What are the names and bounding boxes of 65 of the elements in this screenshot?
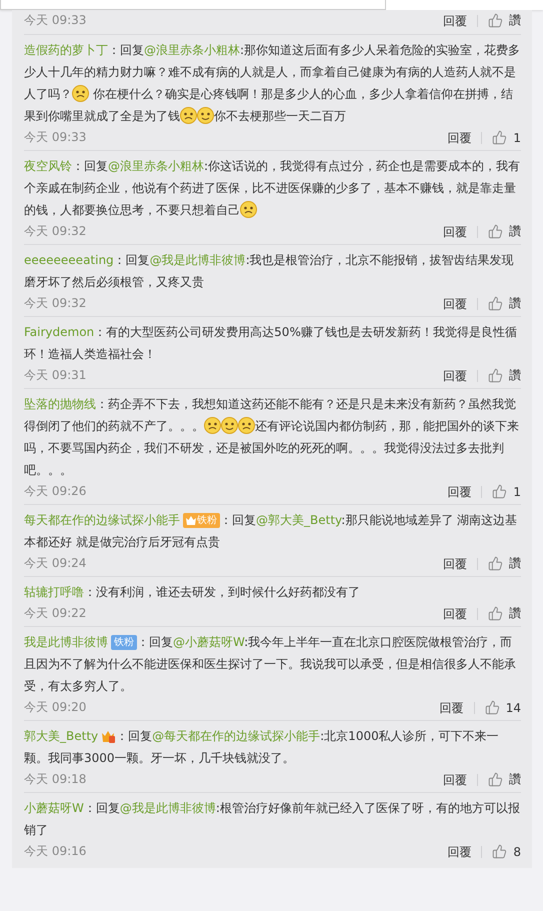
reply-link[interactable]: 回覆: [440, 702, 475, 714]
crown-icon: [101, 729, 116, 744]
like-button[interactable]: 14: [484, 700, 521, 715]
comment-text: 夜空风铃：回复@浪里赤条小粗林:你这话说的，我觉得有点过分，药企也是需要成本的，我有个亲戚在制药企业，他说有个药进了医保，比不进医保赚的少多了，基本不赚钱，就是靠走量的钱，人都要换位思考，不要只想着自己: [24, 158, 521, 220]
emoji-icon: [204, 417, 221, 434]
thumbs-up-icon: [488, 224, 503, 239]
comment-time: 今天 09:18: [24, 771, 88, 788]
reply-link[interactable]: 回覆: [443, 608, 478, 620]
comment-text: Fairydemon：有的大型医药公司研发费用高达50%赚了钱也是去研发新药！我觉得是良性循环！造福人类造福社会！: [24, 324, 518, 363]
thumbs-up-icon: [488, 606, 503, 621]
thumbs-up-icon: [484, 700, 500, 715]
like-button[interactable]: 讚: [488, 223, 521, 240]
thumbs-up-icon: [492, 844, 508, 859]
comment-time: 今天 09:26: [24, 483, 88, 500]
like-button[interactable]: 1: [492, 130, 521, 145]
thumbs-up-icon: [488, 13, 503, 28]
comment-text: 坠落的抛物线：药企弄不下去，我想知道这药还能不能有？还是只是未来没有新药？虽然我觉得倒闭了他们的药就不产了。。。 还有评论说国内都仿制药，那，能把国外的谈下来吗，不要骂国内药企，我们不研发，还是被国外吃的死死的啊。。。我觉得没法过多去批判吧。。。: [24, 396, 520, 479]
emoji-icon: [238, 417, 255, 434]
like-button[interactable]: 8: [492, 844, 521, 859]
comment-time: 今天 09:33: [24, 129, 88, 146]
comment-time: 今天 09:24: [24, 555, 88, 572]
emoji-icon: [72, 85, 89, 102]
like-button[interactable]: 1: [492, 484, 521, 499]
comment-input[interactable]: [0, 0, 386, 10]
comment-text: 小蘑菇呀W：回复@我是此博非彼博:根管治疗好像前年就已经入了医保了呀，有的地方可以报销了: [24, 800, 521, 839]
reply-link[interactable]: 回覆: [443, 298, 478, 310]
reply-link[interactable]: 回覆: [447, 132, 482, 144]
comment-time: 今天 09:32: [24, 295, 88, 312]
thumbs-up-icon: [488, 556, 503, 571]
reply-link[interactable]: 回覆: [447, 486, 482, 498]
comment-text: 郭大美_Betty ：回复@每天都在作的边缘试探小能手:北京1000私人诊所，可下不来一颗。我同事3000一颗。牙一坏，几千块钱就没了。: [24, 728, 500, 767]
comment-text: eeeeeeeeating：回复@我是此博非彼博:我也是根管治疗，北京不能报销，拔智齿结果发现磨牙坏了然后必须根管，又疼又贵: [24, 252, 515, 291]
like-button[interactable]: 讚: [488, 605, 521, 622]
thumbs-up-icon: [488, 368, 503, 383]
comment-text: 轱辘打呼噜：没有利润，谁还去研发，到时候什么好药都没有了: [24, 584, 361, 601]
comment-text: 每天都在作的边缘试探小能手 铁粉 ：回复@郭大美_Betty:那只能说地域差异了 湖南这边基本都还好 就是做完治疗后牙冠有点贵: [24, 512, 518, 551]
like-button[interactable]: 讚: [488, 367, 521, 384]
reply-link[interactable]: 回覆: [443, 226, 478, 238]
comment-time: 今天 09:32: [24, 223, 88, 240]
reply-link[interactable]: 回覆: [443, 370, 478, 382]
fan-badge: 铁粉: [183, 513, 220, 528]
reply-link[interactable]: 回覆: [443, 14, 478, 26]
like-button[interactable]: 讚: [488, 295, 521, 312]
comment-text: 我是此博非彼博 铁粉 ：回复@小蘑菇呀W:我今年上半年一直在北京口腔医院做根管治疗，而且因为不了解为什么不能进医保和医生探讨了一下。我说我可以承受，但是相信很多人不能承受，有太多穷人了。: [24, 634, 517, 695]
comment-time: 今天 09:31: [24, 367, 88, 384]
emoji-icon: [240, 201, 257, 218]
like-button[interactable]: 讚: [488, 771, 521, 788]
like-button[interactable]: 讚: [488, 555, 521, 572]
reply-link[interactable]: 回覆: [443, 774, 478, 786]
comment-time: 今天 09:16: [24, 843, 88, 860]
reply-link[interactable]: 回覆: [447, 846, 482, 858]
thumbs-up-icon: [488, 772, 503, 787]
comment-time: 今天 09:33: [24, 12, 88, 29]
comment-time: 今天 09:22: [24, 605, 88, 622]
comment-time: 今天 09:20: [24, 699, 88, 716]
thumbs-up-icon: [492, 130, 508, 145]
fan-badge: 铁粉: [111, 635, 137, 650]
reply-link[interactable]: 回覆: [443, 558, 478, 570]
emoji-icon: [221, 417, 238, 434]
emoji-icon: [180, 107, 197, 124]
emoji-icon: [197, 107, 214, 124]
comment-text: 造假药的萝卜丁：回复@浪里赤条小粗林:那你知道这后面有多少人呆着危险的实验室，花费多少人十几年的精力财力嘛？难不成有病的人就是人，而拿着自己健康为有病的人造药人就不是人了吗？ 你在梗什么？确实是心疼钱啊！那是多少人的心血，多少人拿着信仰在拼搏，结果到你嘴里就成了全是为了钱 你不去梗那些一天二百万: [24, 42, 521, 126]
like-button[interactable]: 讚: [488, 12, 521, 29]
thumbs-up-icon: [488, 296, 503, 311]
thumbs-up-icon: [492, 484, 508, 499]
